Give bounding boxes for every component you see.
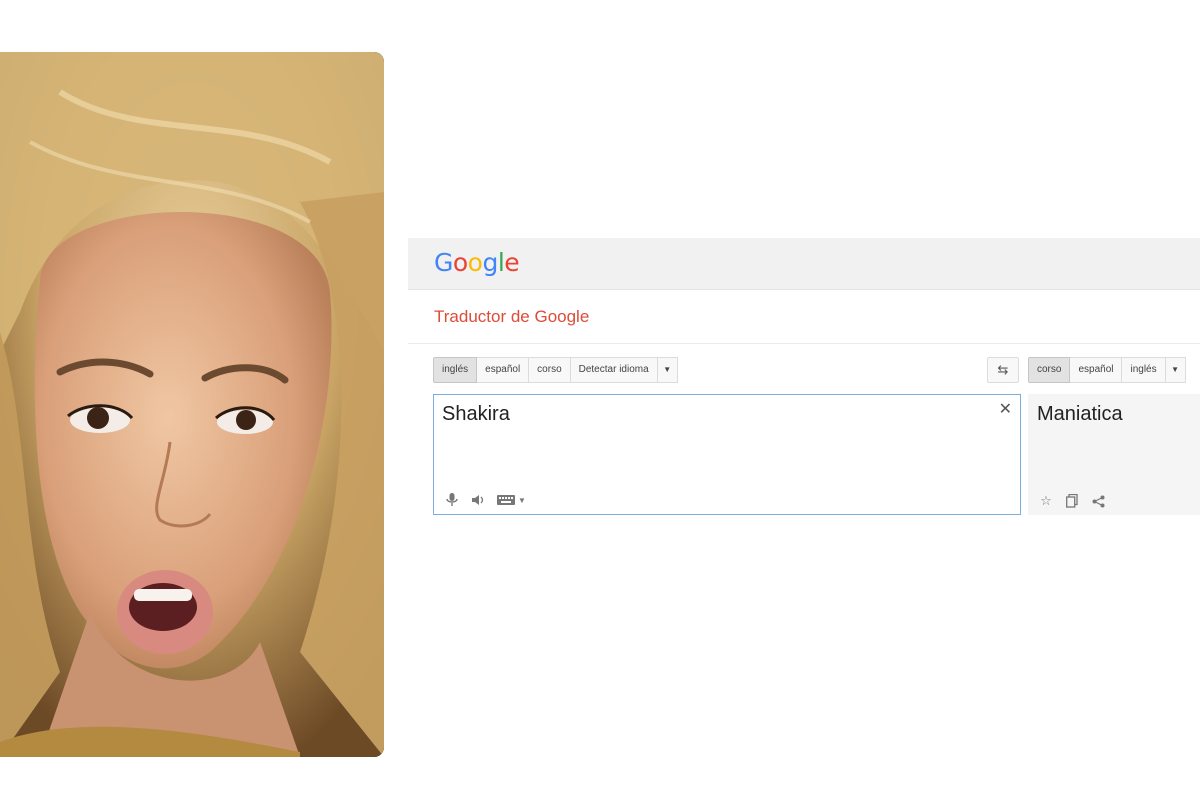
target-lang-spanish[interactable]: español	[1070, 357, 1123, 383]
logo-letter: o	[467, 248, 483, 277]
dropdown-arrow-icon[interactable]: ▼	[518, 496, 526, 505]
source-tools: ▼	[444, 492, 526, 508]
logo-letter: o	[452, 248, 468, 277]
app-title[interactable]: Traductor de Google	[434, 307, 589, 327]
translation-output: Maniatica ☆	[1028, 394, 1200, 515]
google-logo[interactable]: Google	[434, 248, 520, 277]
chevron-down-icon: ▼	[663, 365, 672, 374]
source-lang-detect[interactable]: Detectar idioma	[570, 357, 658, 383]
portrait-illustration	[0, 52, 384, 757]
source-text-area[interactable]: Shakira ✕ ▼	[433, 394, 1021, 515]
app-title-row: Traductor de Google	[408, 290, 1200, 344]
star-icon[interactable]: ☆	[1038, 493, 1054, 509]
target-language-bar: corso español inglés ▼	[1028, 357, 1186, 383]
mic-icon[interactable]	[444, 492, 460, 508]
target-tools: ☆	[1038, 493, 1106, 509]
source-text[interactable]: Shakira	[442, 403, 510, 426]
google-header-bar: Google	[408, 238, 1200, 290]
speaker-icon[interactable]	[470, 492, 486, 508]
source-language-bar: inglés español corso Detectar idioma ▼	[433, 357, 678, 383]
keyboard-icon[interactable]	[496, 492, 516, 508]
source-lang-spanish[interactable]: español	[477, 357, 530, 383]
target-lang-english[interactable]: inglés	[1122, 357, 1166, 383]
source-lang-corsican[interactable]: corso	[529, 357, 571, 383]
source-lang-dropdown[interactable]: ▼	[657, 357, 678, 383]
target-lang-dropdown[interactable]: ▼	[1165, 357, 1186, 383]
translated-text: Maniatica	[1037, 403, 1123, 425]
share-icon[interactable]	[1090, 493, 1106, 509]
clear-icon[interactable]: ✕	[999, 399, 1012, 419]
chevron-down-icon: ▼	[1171, 365, 1180, 374]
source-lang-english[interactable]: inglés	[433, 357, 478, 383]
swap-languages-button[interactable]: ⇆	[987, 357, 1019, 383]
portrait-photo	[0, 52, 384, 757]
logo-letter: G	[434, 248, 453, 277]
logo-letter: e	[504, 248, 520, 277]
swap-icon: ⇆	[997, 362, 1009, 377]
target-lang-corsican[interactable]: corso	[1028, 357, 1071, 383]
copy-icon[interactable]	[1064, 493, 1080, 509]
logo-letter: g	[482, 248, 498, 277]
meme-canvas: Google Traductor de Google inglés españo…	[0, 0, 1200, 800]
